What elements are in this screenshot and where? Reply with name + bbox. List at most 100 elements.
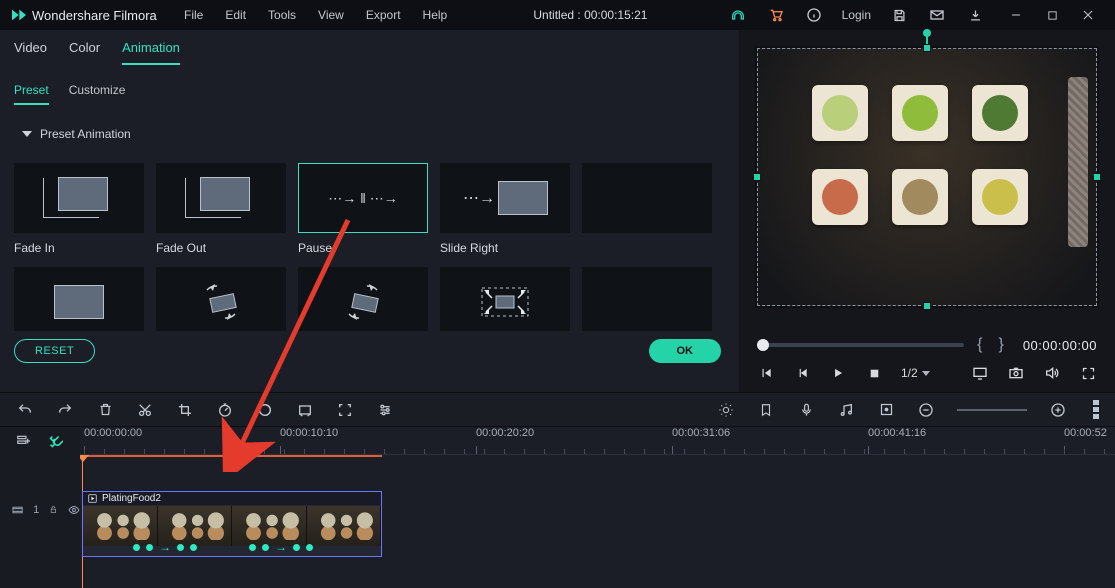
rotate-ccw-icon — [335, 282, 391, 322]
preview-canvas[interactable] — [757, 48, 1097, 306]
window-maximize[interactable] — [1035, 3, 1069, 27]
section-preset-animation[interactable]: Preset Animation — [0, 105, 739, 141]
pause-glyph-icon: ⋯→ ‖ ⋯→ — [328, 190, 398, 207]
green-screen-icon[interactable] — [296, 401, 314, 419]
ok-button[interactable]: OK — [649, 339, 722, 363]
menu-help[interactable]: Help — [413, 4, 458, 26]
display-toggle-icon[interactable] — [971, 364, 989, 382]
render-icon[interactable] — [717, 401, 735, 419]
video-track-icon — [12, 504, 23, 516]
playback-speed[interactable]: 1/2 — [901, 366, 930, 380]
audio-meter-icon[interactable] — [1093, 400, 1099, 419]
arrow-right-icon: ⋯→ — [463, 188, 495, 208]
preset-fade-in[interactable]: Fade In — [14, 163, 144, 255]
login-button[interactable]: Login — [838, 8, 875, 22]
chevron-down-icon — [922, 371, 930, 376]
preview-scrubber[interactable] — [757, 343, 964, 347]
window-minimize[interactable] — [999, 3, 1033, 27]
subtab-preset[interactable]: Preset — [14, 83, 49, 105]
color-tool-icon[interactable] — [256, 401, 274, 419]
menu-export[interactable]: Export — [356, 4, 411, 26]
snapshot-icon[interactable] — [1007, 364, 1025, 382]
mail-icon[interactable] — [923, 7, 951, 23]
mark-out-button[interactable]: } — [995, 336, 1006, 354]
timeline: 1 00:00:00:00 00:00:10:10 00:00:20:20 00… — [0, 426, 1115, 588]
menu-tools[interactable]: Tools — [258, 4, 306, 26]
tab-video[interactable]: Video — [14, 40, 47, 65]
selection-range — [82, 455, 382, 457]
window-close[interactable] — [1071, 3, 1105, 27]
fullscreen-icon[interactable] — [1079, 364, 1097, 382]
keyframe-row: → → — [133, 540, 313, 554]
timeline-ruler[interactable]: 00:00:00:00 00:00:10:10 00:00:20:20 00:0… — [80, 427, 1115, 455]
zoom-slider[interactable] — [957, 409, 1027, 411]
voiceover-icon[interactable] — [797, 401, 815, 419]
menu-file[interactable]: File — [174, 4, 213, 26]
keyframe-icon[interactable] — [877, 401, 895, 419]
timeline-toolbar — [0, 392, 1115, 426]
step-back-button[interactable] — [757, 364, 775, 382]
clip-play-icon — [87, 494, 98, 503]
undo-icon[interactable] — [16, 401, 34, 419]
preset-fade-out[interactable]: Fade Out — [156, 163, 286, 255]
eye-icon[interactable] — [68, 504, 80, 516]
add-track-icon[interactable] — [14, 432, 32, 450]
clip-name: PlatingFood2 — [102, 493, 161, 504]
crop-icon[interactable] — [176, 401, 194, 419]
section-label: Preset Animation — [40, 127, 131, 141]
preview-panel: { } 00:00:00:00 1/2 — [739, 30, 1115, 392]
cut-icon[interactable] — [136, 401, 154, 419]
play-button[interactable] — [829, 364, 847, 382]
mark-in-button[interactable]: { — [974, 336, 985, 354]
tab-animation[interactable]: Animation — [122, 40, 180, 65]
preset-row2-4[interactable] — [440, 267, 570, 331]
adjust-icon[interactable] — [376, 401, 394, 419]
menu-view[interactable]: View — [308, 4, 354, 26]
audio-mixer-icon[interactable] — [837, 401, 855, 419]
track-number: 1 — [33, 504, 39, 516]
project-title: Untitled : 00:00:15:21 — [457, 8, 723, 22]
animation-presets-grid: Fade In Fade Out ⋯→ ‖ ⋯→ Pause ⋯→ Slide … — [0, 141, 739, 331]
timeline-clip[interactable]: PlatingFood2 → → — [82, 491, 382, 557]
subtab-customize[interactable]: Customize — [69, 83, 126, 105]
stop-button[interactable] — [865, 364, 883, 382]
brand-label: Wondershare Filmora — [32, 8, 157, 23]
preview-timecode: 00:00:00:00 — [1023, 338, 1097, 353]
zoom-in-icon[interactable] — [1049, 401, 1067, 419]
volume-icon[interactable] — [1043, 364, 1061, 382]
zoom-out-icon[interactable] — [917, 401, 935, 419]
reset-button[interactable]: RESET — [14, 339, 95, 363]
lock-icon[interactable] — [49, 503, 58, 516]
preset-slide-right[interactable]: ⋯→ Slide Right — [440, 163, 570, 255]
logo-icon — [10, 7, 26, 23]
track-header[interactable]: 1 — [0, 503, 80, 516]
caret-down-icon — [22, 131, 32, 137]
magnet-icon[interactable] — [46, 432, 64, 450]
preset-pause[interactable]: ⋯→ ‖ ⋯→ Pause — [298, 163, 428, 255]
preset-row2-1[interactable] — [14, 267, 144, 331]
brand: Wondershare Filmora — [4, 7, 174, 23]
redo-icon[interactable] — [56, 401, 74, 419]
prev-frame-button[interactable] — [793, 364, 811, 382]
tab-color[interactable]: Color — [69, 40, 100, 65]
support-icon[interactable] — [724, 7, 752, 23]
preset-row2-5[interactable] — [582, 267, 712, 331]
title-right: Login — [724, 3, 1105, 27]
preset-hidden-1[interactable] — [582, 163, 712, 255]
main-menu: File Edit Tools View Export Help — [174, 4, 457, 26]
menu-edit[interactable]: Edit — [215, 4, 256, 26]
save-icon[interactable] — [885, 8, 913, 23]
speed-icon[interactable] — [216, 401, 234, 419]
cart-icon[interactable] — [762, 7, 790, 23]
preset-row2-3[interactable] — [298, 267, 428, 331]
delete-icon[interactable] — [96, 401, 114, 419]
rotate-cw-icon — [193, 282, 249, 322]
title-bar: Wondershare Filmora File Edit Tools View… — [0, 0, 1115, 30]
info-icon[interactable] — [800, 7, 828, 23]
expand-icon — [472, 282, 538, 322]
inspector-panel: Video Color Animation Preset Customize P… — [0, 30, 739, 392]
focus-icon[interactable] — [336, 401, 354, 419]
download-icon[interactable] — [961, 8, 989, 23]
marker-icon[interactable] — [757, 401, 775, 419]
preset-row2-2[interactable] — [156, 267, 286, 331]
